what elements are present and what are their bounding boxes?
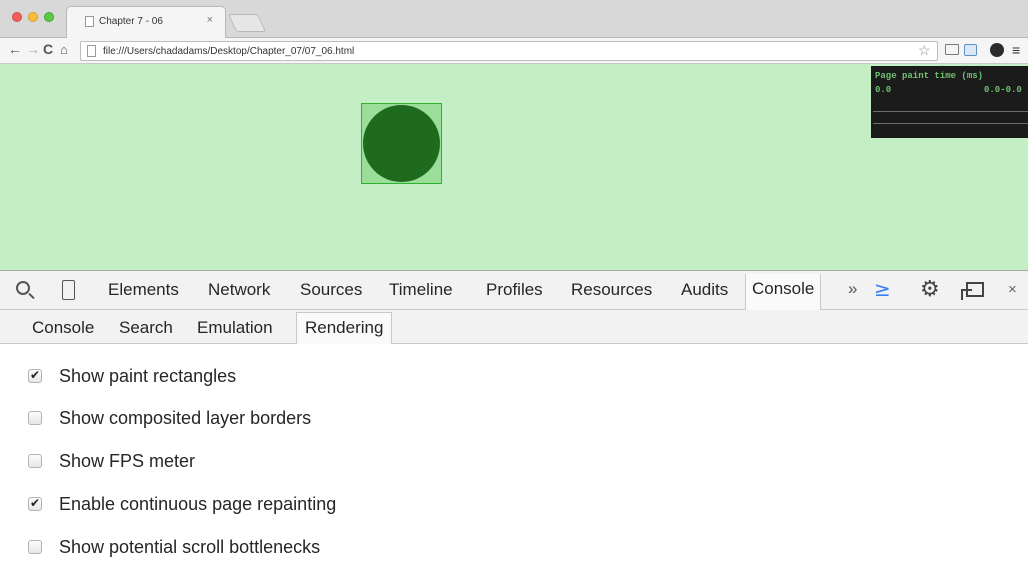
dock-side-icon[interactable] — [961, 282, 984, 300]
rendering-settings: Show paint rectangles Show composited la… — [0, 344, 1028, 585]
tab-timeline[interactable]: Timeline — [389, 280, 453, 300]
green-circle — [363, 105, 440, 182]
device-mode-icon[interactable] — [62, 280, 75, 300]
option-label: Enable continuous page repainting — [59, 494, 337, 514]
option-label: Show paint rectangles — [59, 366, 237, 386]
extension-icon[interactable] — [990, 43, 1004, 57]
gear-icon[interactable]: ⚙ — [920, 277, 940, 302]
hud-value: 0.0 — [875, 85, 892, 95]
checkbox[interactable] — [28, 540, 42, 554]
tab-audits[interactable]: Audits — [681, 280, 728, 300]
subtab-rendering[interactable]: Rendering — [296, 312, 393, 345]
address-bar[interactable]: file:///Users/chadadams/Desktop/Chapter_… — [80, 41, 938, 61]
close-icon[interactable]: × — [1008, 281, 1017, 298]
checkbox[interactable] — [28, 496, 42, 511]
search-icon[interactable] — [16, 281, 30, 295]
tab-close-icon[interactable]: × — [207, 14, 213, 26]
page-icon — [87, 45, 96, 57]
console-drawer-icon[interactable]: ≥ — [874, 277, 891, 301]
option-label: Show FPS meter — [59, 451, 196, 471]
back-icon[interactable]: ← — [8, 41, 22, 57]
bookmark-star-icon[interactable]: ☆ — [918, 42, 931, 59]
paint-time-hud: Page paint time (ms) 0.0 0.0-0.0 — [871, 66, 1028, 138]
zoom-window-button[interactable] — [44, 12, 54, 22]
hud-range: 0.0-0.0 — [984, 85, 1022, 95]
reload-icon[interactable]: C — [43, 41, 53, 57]
tab-profiles[interactable]: Profiles — [486, 280, 543, 300]
menu-icon[interactable]: ≡ — [1012, 42, 1020, 58]
checkbox[interactable] — [28, 454, 42, 468]
drawer-tabs: Console Search Emulation Rendering — [0, 310, 1028, 345]
paint-rectangle — [361, 103, 442, 184]
cast-icon[interactable] — [945, 44, 959, 55]
minimize-window-button[interactable] — [28, 12, 38, 22]
subtab-search[interactable]: Search — [119, 318, 173, 338]
page-viewport: Page paint time (ms) 0.0 0.0-0.0 — [0, 64, 1028, 270]
devtools-toolbar: Elements Network Sources Timeline Profil… — [0, 270, 1028, 310]
extension-icon[interactable] — [964, 44, 977, 56]
tab-console[interactable]: Console — [745, 274, 822, 310]
forward-icon[interactable]: → — [26, 41, 40, 57]
subtab-console[interactable]: Console — [32, 318, 94, 338]
subtab-emulation[interactable]: Emulation — [197, 318, 273, 338]
option-label: Show composited layer borders — [59, 408, 312, 428]
hud-title: Page paint time (ms) — [875, 71, 984, 81]
new-tab-button[interactable] — [227, 14, 267, 32]
tab-resources[interactable]: Resources — [571, 280, 652, 300]
browser-toolbar: ← → C ⌂ file:///Users/chadadams/Desktop/… — [0, 38, 1028, 64]
home-icon[interactable]: ⌂ — [60, 42, 68, 57]
option-label: Show potential scroll bottlenecks — [59, 537, 321, 557]
checkbox[interactable] — [28, 411, 42, 425]
hud-graph-line — [873, 111, 1028, 112]
tab-sources[interactable]: Sources — [300, 280, 362, 300]
browser-tab[interactable]: Chapter 7 - 06 × — [66, 6, 226, 38]
hud-graph-line — [873, 123, 1028, 124]
checkbox[interactable] — [28, 368, 42, 383]
more-tabs-icon[interactable]: » — [848, 279, 857, 299]
tab-network[interactable]: Network — [208, 280, 270, 300]
close-window-button[interactable] — [12, 12, 22, 22]
tab-title: Chapter 7 - 06 — [99, 16, 163, 27]
page-icon — [85, 16, 94, 27]
tab-elements[interactable]: Elements — [108, 280, 179, 300]
url-text[interactable]: file:///Users/chadadams/Desktop/Chapter_… — [103, 46, 354, 57]
browser-tabstrip: Chapter 7 - 06 × — [0, 0, 1028, 38]
